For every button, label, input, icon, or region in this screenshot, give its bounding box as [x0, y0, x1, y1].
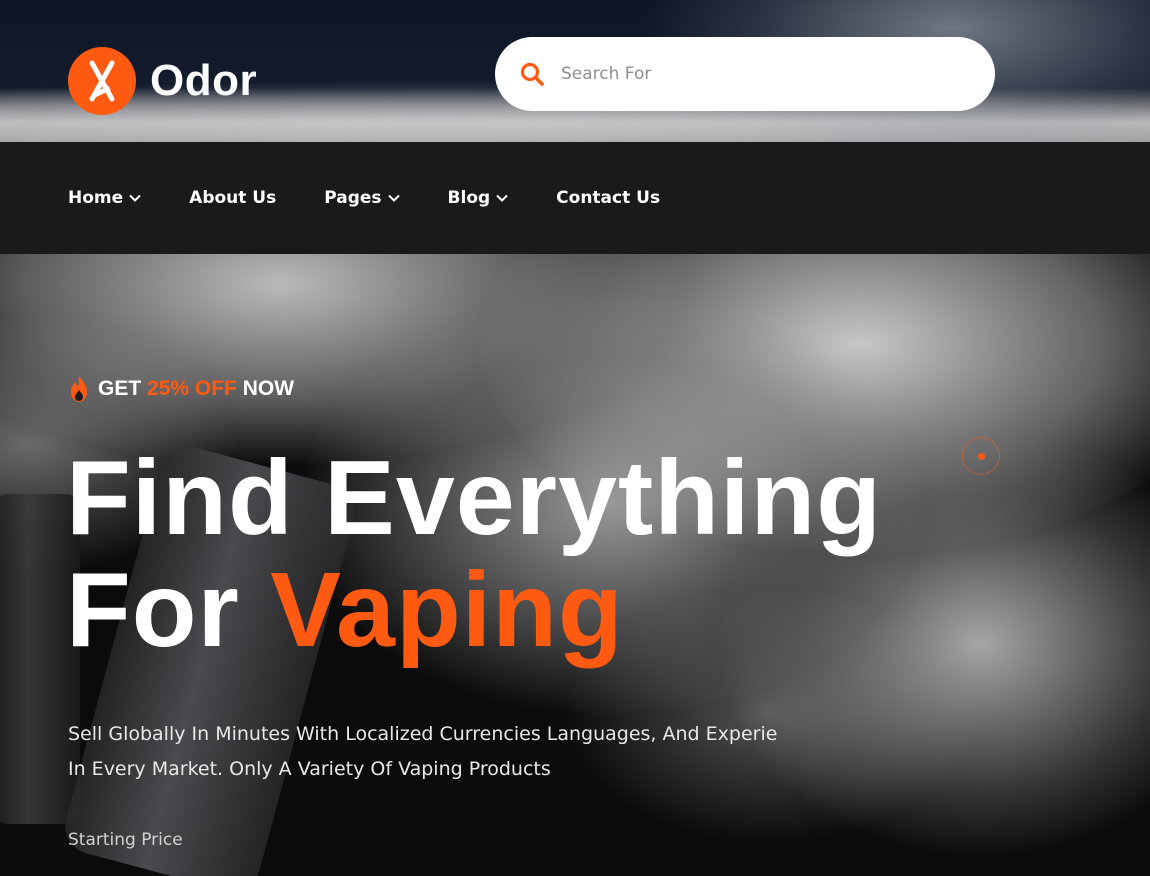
headline-line-2-prefix: For: [66, 551, 240, 669]
decorative-dot-ring: [962, 437, 1000, 475]
nav-item-blog[interactable]: Blog: [448, 188, 509, 208]
discount-badge: GET 25% OFF NOW: [68, 374, 294, 404]
badge-text-now: NOW: [242, 377, 295, 400]
nav-item-label: Contact Us: [556, 188, 661, 208]
chevron-down-icon: [387, 194, 400, 202]
nav-item-contact-us[interactable]: Contact Us: [556, 188, 660, 208]
main-navigation: Home About Us Pages Blog Contact Us: [0, 142, 1150, 254]
nav-item-label: Home: [68, 188, 124, 208]
search-icon[interactable]: [519, 61, 545, 87]
hero-section: GET 25% OFF NOW Find Everything For Vapi…: [0, 254, 1150, 876]
logo-icon: [68, 47, 136, 115]
top-header: Odor: [0, 0, 1150, 142]
site-logo[interactable]: Odor: [68, 47, 257, 115]
hero-headline: Find Everything For Vaping: [66, 442, 882, 666]
nav-item-about-us[interactable]: About Us: [189, 188, 276, 208]
starting-price-label: Starting Price: [68, 830, 183, 850]
nav-item-label: Blog: [447, 188, 491, 208]
badge-text-get: GET: [98, 377, 142, 400]
nav-item-label: Pages: [324, 188, 382, 208]
search-bar[interactable]: [495, 37, 995, 111]
chevron-down-icon: [496, 194, 508, 202]
chevron-down-icon: [129, 194, 141, 202]
headline-accent-word: Vaping: [270, 551, 624, 669]
fire-icon: [71, 376, 87, 402]
nav-item-home[interactable]: Home: [68, 188, 141, 208]
nav-item-pages[interactable]: Pages: [324, 188, 400, 208]
search-input[interactable]: [559, 63, 943, 85]
brand-name: Odor: [150, 56, 258, 105]
nav-item-label: About Us: [189, 188, 277, 208]
badge-text-discount: 25% OFF: [147, 377, 237, 400]
hero-description: Sell Globally In Minutes With Localized …: [68, 723, 778, 780]
headline-line-1: Find Everything: [66, 439, 882, 557]
nav-menu: Home About Us Pages Blog Contact Us: [68, 142, 708, 254]
